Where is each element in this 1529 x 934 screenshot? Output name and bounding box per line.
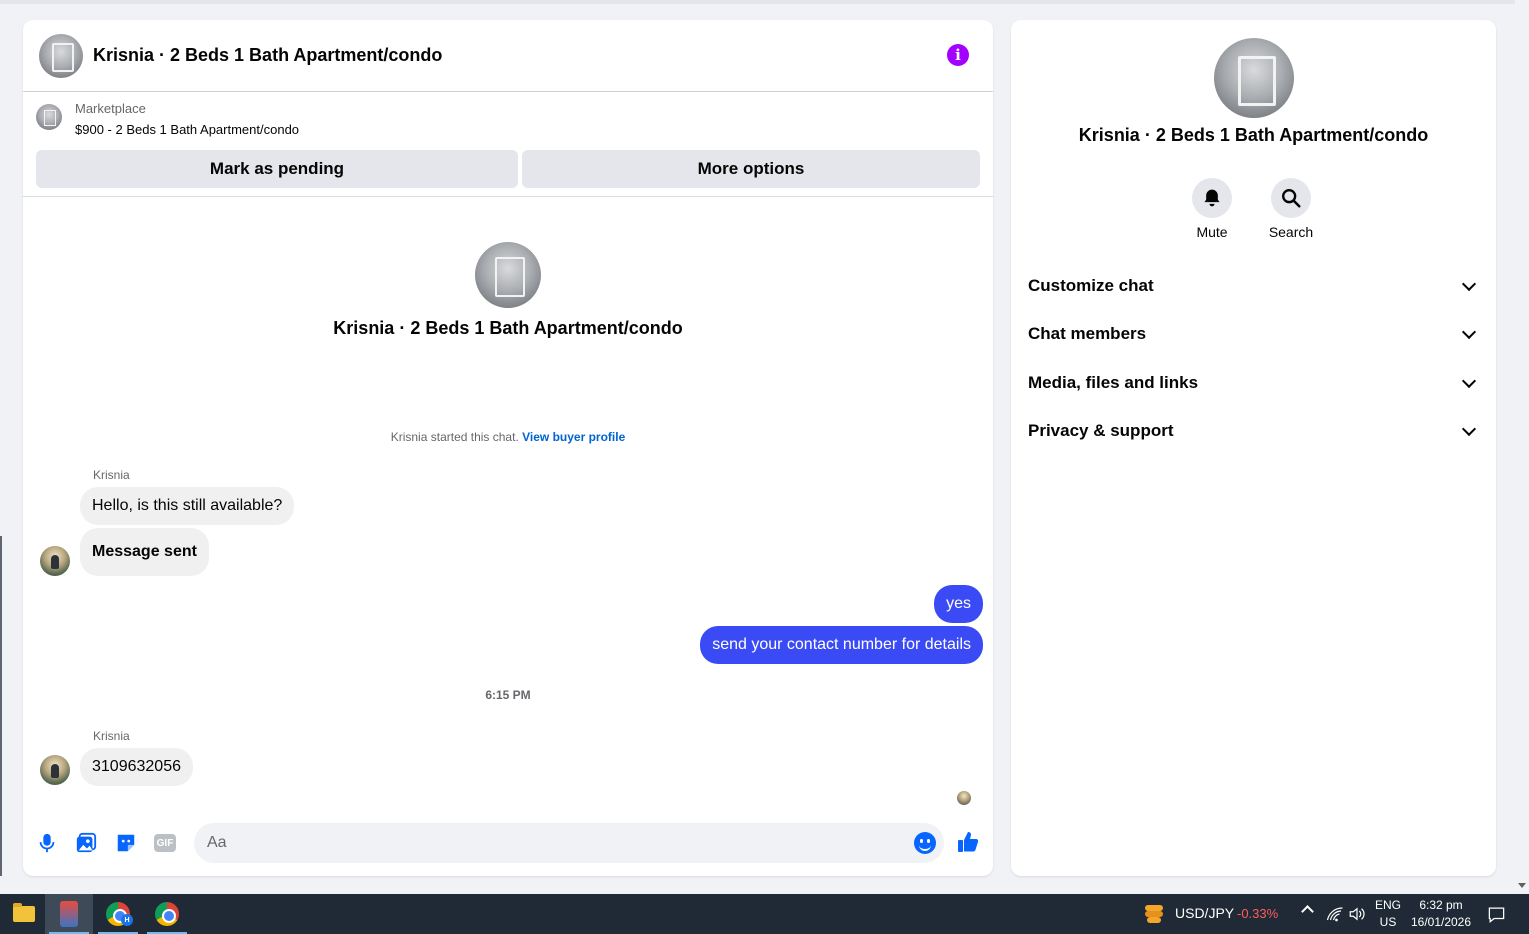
keyboard-layout: US xyxy=(1379,915,1397,929)
network-icon[interactable] xyxy=(1326,905,1344,923)
message-composer: GIF Aa xyxy=(23,820,993,866)
windows-taskbar: H USD/JPY -0.33% ENG US 6:32 pm 16/01/20… xyxy=(0,894,1529,934)
emoji-icon[interactable] xyxy=(914,832,936,854)
section-chat-members[interactable]: Chat members xyxy=(1028,316,1480,352)
scroll-down-arrow-icon[interactable] xyxy=(1518,883,1526,888)
buyer-avatar[interactable] xyxy=(40,546,70,576)
buyer-avatar[interactable] xyxy=(40,755,70,785)
taskbar-chrome-profile[interactable]: H xyxy=(94,894,142,934)
volume-icon[interactable] xyxy=(1348,905,1366,923)
search-action[interactable]: Search xyxy=(1261,178,1321,240)
chevron-up-icon[interactable] xyxy=(1301,905,1314,918)
info-icon[interactable]: i xyxy=(947,44,969,66)
section-label: Media, files and links xyxy=(1028,373,1199,392)
message-input-placeholder: Aa xyxy=(207,834,227,851)
mute-action[interactable]: Mute xyxy=(1182,178,1242,240)
chevron-down-icon xyxy=(1461,373,1477,388)
view-buyer-profile-link[interactable]: View buyer profile xyxy=(522,430,625,444)
left-scroll-edge xyxy=(0,536,2,876)
bell-icon xyxy=(1204,189,1220,207)
notification-icon[interactable] xyxy=(1487,905,1506,924)
page-scrollbar[interactable] xyxy=(1515,0,1529,894)
chevron-down-icon xyxy=(1461,276,1477,291)
sender-name: Krisnia xyxy=(93,729,130,743)
panel-avatar[interactable] xyxy=(1214,38,1294,118)
section-customize-chat[interactable]: Customize chat xyxy=(1028,268,1480,304)
folder-icon xyxy=(13,903,35,922)
search-label: Search xyxy=(1268,224,1314,240)
language-indicator[interactable]: ENG US xyxy=(1372,897,1404,931)
chevron-down-icon xyxy=(1461,324,1477,339)
message-input[interactable]: Aa xyxy=(194,823,944,863)
sticker-icon[interactable] xyxy=(115,832,137,854)
marketplace-label: Marketplace xyxy=(75,101,146,116)
message-bubble-incoming[interactable]: Hello, is this still available? xyxy=(80,487,295,525)
section-privacy-support[interactable]: Privacy & support xyxy=(1028,413,1480,449)
clock-date: 16/01/2026 xyxy=(1410,915,1472,929)
intro-avatar xyxy=(475,242,541,308)
gif-icon[interactable]: GIF xyxy=(154,834,176,852)
search-icon xyxy=(1282,189,1301,208)
stock-ticker-icon[interactable] xyxy=(1143,903,1165,925)
chat-started-notice: Krisnia started this chat. View buyer pr… xyxy=(23,430,993,444)
taskbar-pinned-app[interactable] xyxy=(45,894,93,934)
ticker-change[interactable]: -0.33% xyxy=(1237,906,1278,921)
app-icon xyxy=(60,901,78,927)
mark-as-pending-button[interactable]: Mark as pending xyxy=(36,150,518,188)
chevron-down-icon xyxy=(1461,421,1477,436)
microphone-icon[interactable] xyxy=(36,832,58,854)
profile-badge: H xyxy=(121,914,133,926)
clock-time: 6:32 pm xyxy=(1419,898,1463,912)
chat-panel: Krisnia · 2 Beds 1 Bath Apartment/condo … xyxy=(23,20,993,876)
chat-info-panel: Krisnia · 2 Beds 1 Bath Apartment/condo … xyxy=(1011,20,1496,876)
chat-title[interactable]: Krisnia · 2 Beds 1 Bath Apartment/condo xyxy=(93,45,442,66)
thumbs-up-icon[interactable] xyxy=(956,830,980,854)
listing-avatar[interactable] xyxy=(39,33,83,78)
message-bubble-incoming[interactable]: Message sent xyxy=(80,528,209,576)
started-text: Krisnia started this chat. xyxy=(390,430,519,444)
marketplace-banner: Marketplace $900 - 2 Beds 1 Bath Apartme… xyxy=(23,92,993,197)
section-label: Customize chat xyxy=(1028,276,1154,295)
chat-intro: Krisnia · 2 Beds 1 Bath Apartment/condo xyxy=(23,242,993,339)
seen-indicator-avatar xyxy=(957,791,971,805)
taskbar-chrome[interactable] xyxy=(143,894,191,934)
message-bubble-outgoing[interactable]: send your contact number for details xyxy=(700,626,983,664)
window-top-border xyxy=(0,0,1529,4)
photo-icon[interactable] xyxy=(75,832,97,854)
language-code: ENG xyxy=(1374,898,1401,912)
sender-name: Krisnia xyxy=(93,468,130,482)
listing-price-title[interactable]: $900 - 2 Beds 1 Bath Apartment/condo xyxy=(75,118,299,142)
listing-thumbnail[interactable] xyxy=(36,104,62,130)
clock[interactable]: 6:32 pm 16/01/2026 xyxy=(1406,897,1476,931)
message-bubble-incoming[interactable]: 3109632056 xyxy=(80,748,193,786)
ticker-label[interactable]: USD/JPY xyxy=(1175,905,1234,921)
section-label: Privacy & support xyxy=(1028,421,1174,440)
section-media-files-links[interactable]: Media, files and links xyxy=(1028,365,1480,401)
chat-header: Krisnia · 2 Beds 1 Bath Apartment/condo … xyxy=(23,20,993,92)
taskbar-file-explorer[interactable] xyxy=(0,894,48,934)
mute-label: Mute xyxy=(1196,224,1228,240)
intro-title: Krisnia · 2 Beds 1 Bath Apartment/condo xyxy=(333,318,683,338)
section-label: Chat members xyxy=(1028,324,1147,343)
chrome-icon xyxy=(155,902,179,926)
panel-title: Krisnia · 2 Beds 1 Bath Apartment/condo xyxy=(1078,125,1429,145)
more-options-button[interactable]: More options xyxy=(522,150,980,188)
message-bubble-outgoing[interactable]: yes xyxy=(934,585,983,623)
message-timestamp: 6:15 PM xyxy=(485,688,531,702)
